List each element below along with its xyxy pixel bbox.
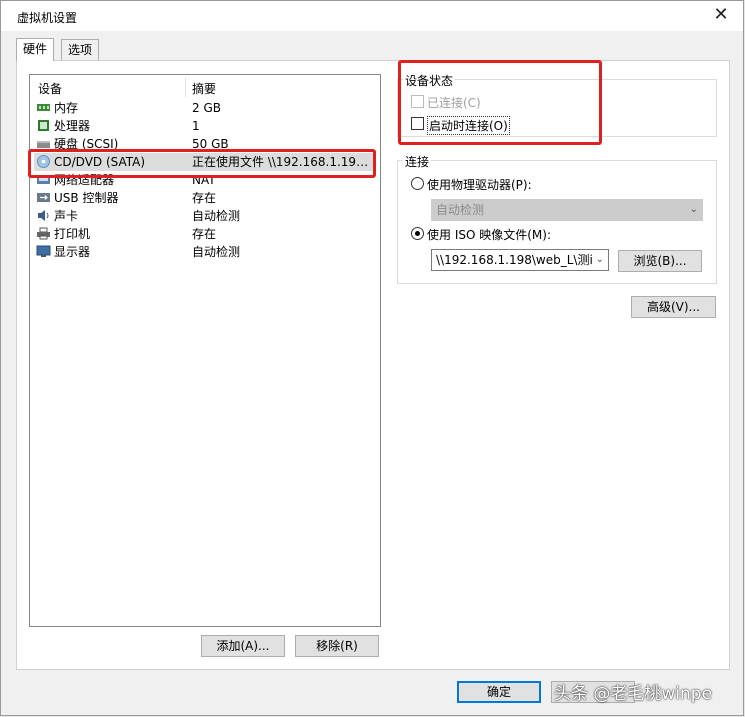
memory-icon <box>37 104 50 111</box>
harddisk-icon <box>37 141 50 148</box>
device-summary: 自动检测 <box>192 245 241 259</box>
physical-drive-label[interactable]: 使用物理驱动器(P): <box>427 176 532 193</box>
device-list[interactable]: 设备 摘要 内存 2 GB 处理器 1 硬盘 (SCSI) 50 GB CD/D… <box>29 74 381 627</box>
device-summary: 存在 <box>192 227 217 241</box>
usb-icon <box>37 193 50 202</box>
device-name: 声卡 <box>54 209 79 223</box>
connected-label: 已连接(C) <box>427 96 481 110</box>
connected-checkbox[interactable] <box>411 95 424 108</box>
tab-options[interactable]: 选项 <box>61 39 100 61</box>
device-row-processor[interactable]: 处理器 1 <box>34 117 376 135</box>
device-summary: 2 GB <box>192 101 221 115</box>
watermark-text: 头条 @老毛桃winpe <box>554 684 713 704</box>
header-device[interactable]: 设备 <box>38 80 62 97</box>
device-status-label: 设备状态 <box>403 72 456 89</box>
network-adapter-icon <box>37 176 50 184</box>
physical-drive-value: 自动检测 <box>436 203 485 217</box>
device-row-cd-dvd[interactable]: CD/DVD (SATA) 正在使用文件 \\192.168.1.198... <box>34 153 376 171</box>
device-name: 处理器 <box>54 119 91 133</box>
connection-label: 连接 <box>403 153 432 170</box>
header-summary[interactable]: 摘要 <box>192 80 216 97</box>
connect-at-power-on-checkbox[interactable] <box>411 117 424 130</box>
device-row-memory[interactable]: 内存 2 GB <box>34 99 376 117</box>
device-summary: 存在 <box>192 191 217 205</box>
device-row-sound[interactable]: 声卡 自动检测 <box>34 207 376 225</box>
display-icon <box>36 245 51 257</box>
browse-button[interactable]: 浏览(B)... <box>618 250 702 272</box>
cd-dvd-icon <box>37 155 50 168</box>
device-name: 打印机 <box>54 227 91 241</box>
physical-drive-select[interactable]: 自动检测 ⌄ <box>431 199 703 221</box>
device-name: 硬盘 (SCSI) <box>54 137 119 151</box>
device-summary: 1 <box>192 119 200 133</box>
iso-image-radio[interactable] <box>411 227 424 240</box>
device-name: CD/DVD (SATA) <box>54 155 146 169</box>
add-button[interactable]: 添加(A)... <box>201 635 285 657</box>
iso-image-label[interactable]: 使用 ISO 映像文件(M): <box>427 226 551 243</box>
iso-path-combo[interactable]: \\192.168.1.198\web_L\测i ⌄ <box>431 249 609 271</box>
chevron-down-icon: ⌄ <box>689 204 698 215</box>
device-row-printer[interactable]: 打印机 存在 <box>34 225 376 243</box>
device-name: 内存 <box>54 101 79 115</box>
physical-drive-radio[interactable] <box>411 177 424 190</box>
sound-icon <box>38 210 49 221</box>
device-name: 网络适配器 <box>54 173 115 187</box>
close-icon[interactable]: ✕ <box>711 5 731 25</box>
tab-hardware[interactable]: 硬件 <box>16 38 55 61</box>
advanced-button[interactable]: 高级(V)... <box>631 296 716 318</box>
device-row-network[interactable]: 网络适配器 NAT <box>34 171 376 189</box>
ok-button[interactable]: 确定 <box>457 681 541 703</box>
device-name: 显示器 <box>54 245 91 259</box>
device-row-usb[interactable]: USB 控制器 存在 <box>34 189 376 207</box>
title-bar: 虚拟机设置 ✕ <box>1 1 743 31</box>
device-summary: 正在使用文件 \\192.168.1.198... <box>192 155 375 169</box>
chevron-down-icon: ⌄ <box>593 250 604 270</box>
device-name: USB 控制器 <box>54 191 119 205</box>
device-row-harddisk[interactable]: 硬盘 (SCSI) 50 GB <box>34 135 376 153</box>
device-summary: 自动检测 <box>192 209 241 223</box>
printer-icon <box>37 227 50 240</box>
vm-settings-dialog: 虚拟机设置 ✕ 硬件 选项 设备 摘要 内存 2 GB 处理器 1 硬盘 (SC… <box>0 0 744 716</box>
window-title: 虚拟机设置 <box>17 11 78 25</box>
header-separator <box>185 77 186 97</box>
device-row-display[interactable]: 显示器 自动检测 <box>34 243 376 261</box>
device-summary: 50 GB <box>192 137 229 151</box>
remove-button[interactable]: 移除(R) <box>295 635 379 657</box>
connect-at-power-on-label[interactable]: 启动时连接(O) <box>427 116 510 135</box>
device-summary: NAT <box>192 173 216 187</box>
processor-icon <box>38 120 49 131</box>
iso-path-value: \\192.168.1.198\web_L\测i <box>436 253 593 267</box>
